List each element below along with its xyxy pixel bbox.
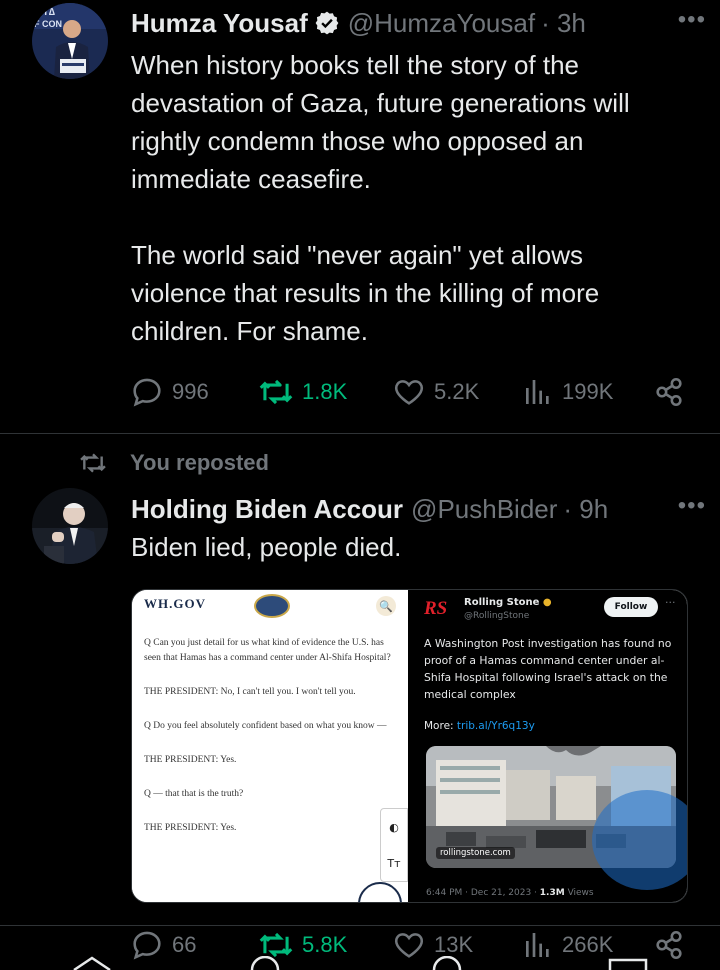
tweet-header: Holding Biden Accour @PushBider · 9h [131,490,608,528]
tweet-media[interactable]: WH.GOV 🔍 Q Can you just detail for us wh… [131,589,688,903]
views-count: 199K [562,379,614,404]
search-icon[interactable] [248,956,282,970]
author-name[interactable]: Holding Biden Accour [131,494,403,525]
share-icon [656,377,682,407]
repost-button[interactable]: 1.8K [258,372,347,412]
rollingstone-logo: RS [424,598,452,620]
messages-icon[interactable] [608,958,648,970]
more-options-icon[interactable]: ••• [678,492,706,520]
accessibility-tools: ◐ Tт [380,808,408,882]
whitehouse-screenshot: WH.GOV 🔍 Q Can you just detail for us wh… [132,590,408,902]
verified-badge-icon [315,11,339,35]
share-button[interactable] [652,372,686,412]
like-count: 5.2K [434,379,480,404]
rs-text: A Washington Post investigation has foun… [424,637,672,701]
rs-more-icon: ··· [665,596,676,609]
svg-text:F CON: F CON [34,19,62,29]
reply-icon [133,378,161,407]
wh-seal-icon [254,594,290,618]
tweet-text: When history books tell the story of the… [131,50,630,346]
repost-count: 1.8K [302,379,348,404]
like-button[interactable]: 5.2K [392,372,479,412]
transcript-line: Q Do you feel absolutely confident based… [144,721,387,731]
bottom-nav [0,952,720,970]
reposted-by-label: You reposted [130,450,269,475]
home-icon[interactable] [72,956,112,970]
reply-button[interactable]: 996 [130,372,209,412]
transcript-line: THE PRESIDENT: Yes. [144,755,237,765]
rs-handle: @RollingStone [464,611,530,621]
overlay-bubble [592,790,687,890]
transcript-line: THE PRESIDENT: No, I can't tell you. I w… [144,687,356,697]
text-size-icon: Tт [387,856,401,870]
tweet-humza[interactable]: ST∆ F CON Humza Yousaf @HumzaYousaf · 3h… [0,0,720,430]
tweet-time[interactable]: · 9h [563,494,608,525]
repost-icon [80,453,106,473]
search-icon: 🔍 [376,596,396,616]
transcript-line: Q — that that is the truth? [144,789,244,799]
heart-icon [394,380,424,405]
rs-more-link: More: trib.al/Yr6q13y [424,720,535,732]
rs-photo-url: rollingstone.com [436,847,515,859]
tweet-time[interactable]: · 3h [541,8,586,39]
repost-icon [259,379,293,405]
author-handle[interactable]: @HumzaYousaf [348,8,535,39]
communities-icon[interactable] [430,956,464,970]
wh-site-logo: WH.GOV [144,596,206,611]
transcript-line: THE PRESIDENT: Yes. [144,823,237,833]
svg-text:ST∆: ST∆ [36,7,55,18]
reply-count: 996 [172,379,209,404]
repost-indicator[interactable]: You reposted [78,448,269,478]
author-handle[interactable]: @PushBider [411,494,557,525]
more-options-icon[interactable]: ••• [678,6,706,34]
tweet-divider [0,433,720,434]
avatar[interactable] [32,488,108,564]
rs-name: Rolling Stone ● [464,597,552,608]
rollingstone-screenshot: RS Rolling Stone ● @RollingStone Follow … [412,590,687,902]
rs-timestamp: 6:44 PM · Dec 21, 2023 · 1.3M Views [426,888,594,898]
author-name[interactable]: Humza Yousaf [131,8,308,39]
analytics-icon [526,380,549,404]
tweet-header: Humza Yousaf @HumzaYousaf · 3h [131,4,586,42]
tweet-text: Biden lied, people died. [131,532,402,562]
rs-follow-button: Follow [604,597,658,617]
avatar[interactable]: ST∆ F CON [32,3,108,79]
wh-circle-button [358,882,402,902]
tweet-actions: 996 1.8K 5.2K 199K [130,372,690,412]
transcript: Q Can you just detail for us what kind o… [144,636,394,855]
contrast-icon: ◐ [389,820,399,834]
transcript-line: Q Can you just detail for us what kind o… [144,638,391,663]
views-button[interactable]: 199K [522,372,613,412]
